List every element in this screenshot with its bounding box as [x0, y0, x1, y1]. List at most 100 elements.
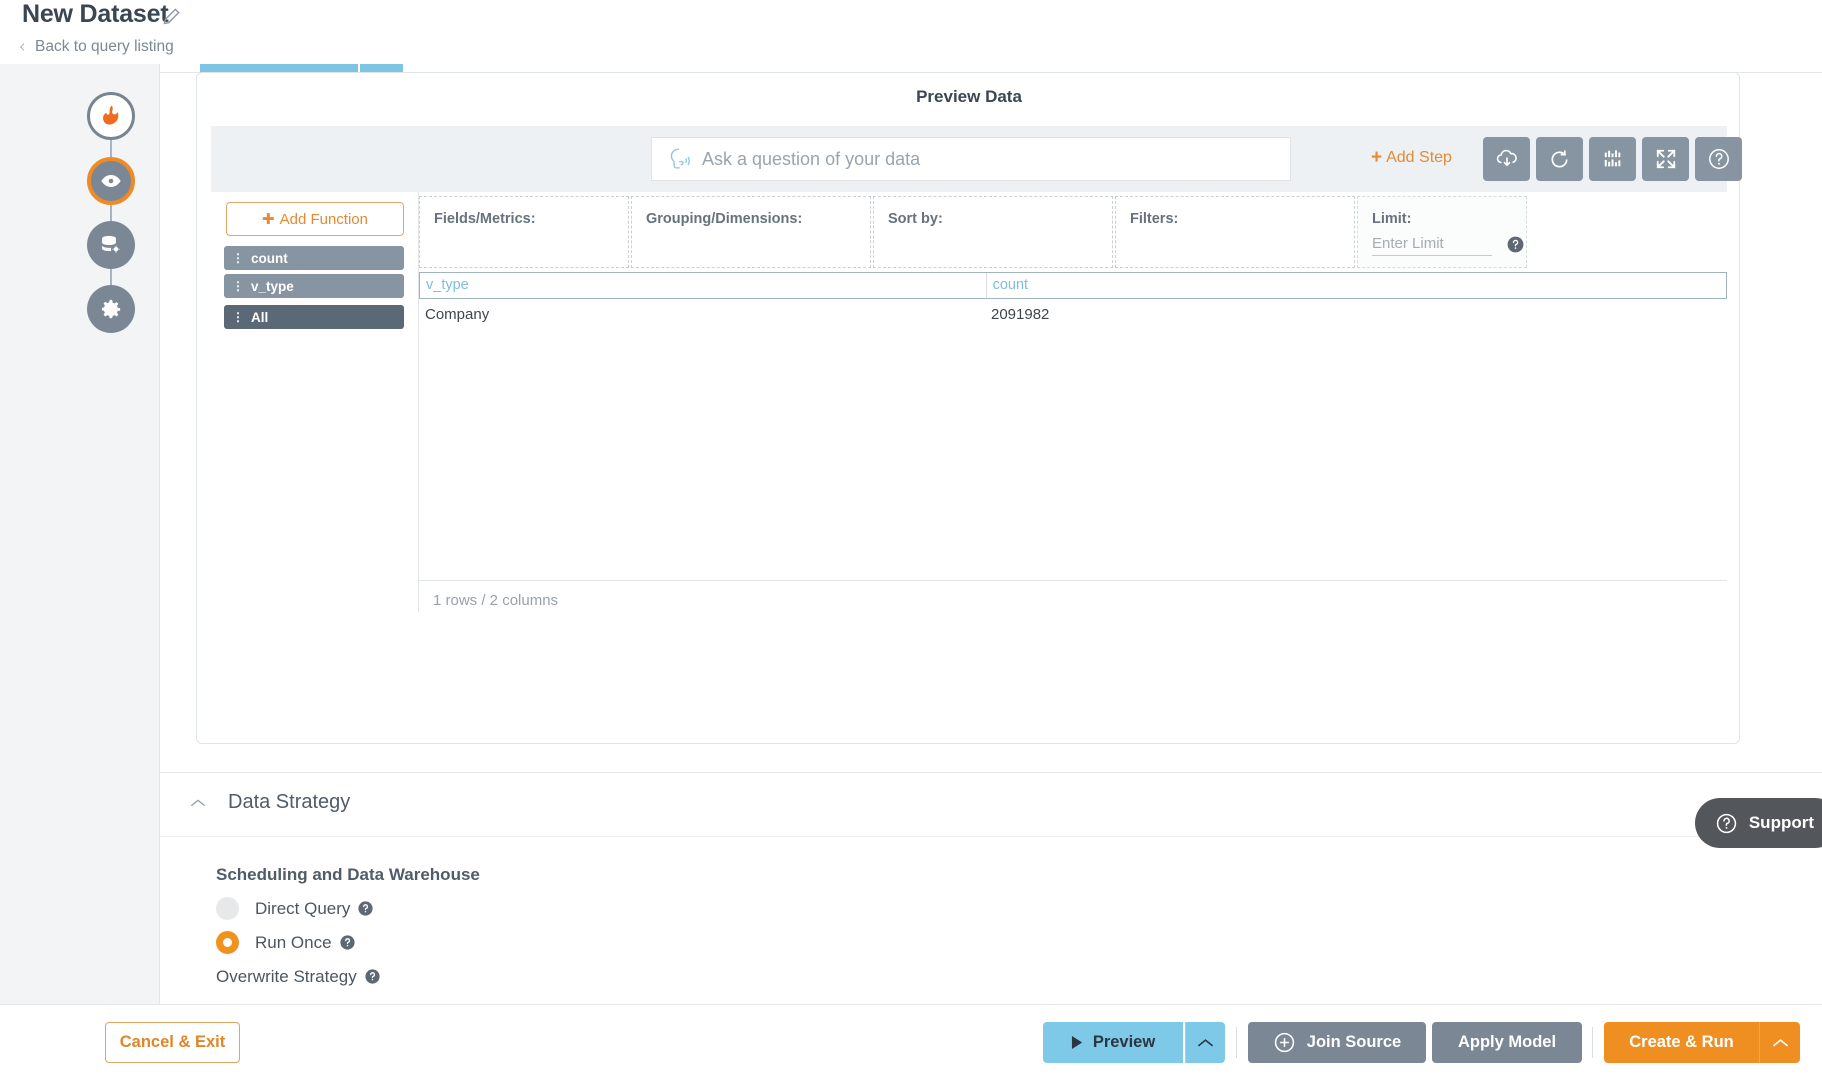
- database-gear-icon: [99, 233, 123, 257]
- support-label: Support: [1749, 813, 1814, 833]
- limit-label: Limit:: [1372, 211, 1411, 227]
- question-circle-icon[interactable]: [364, 968, 381, 985]
- create-run-button[interactable]: Create & Run: [1604, 1022, 1759, 1063]
- ask-question-input[interactable]: Ask a question of your data: [651, 137, 1291, 181]
- action-bar: Cancel & Exit Preview Join Source Apply …: [0, 1004, 1822, 1076]
- add-step-button[interactable]: + Add Step: [1371, 148, 1452, 167]
- table-cell-count: 2091982: [985, 299, 1726, 332]
- results-table: v_type count Company 2091982 1 rows / 2 …: [419, 272, 1727, 612]
- plus-icon: +: [1371, 148, 1382, 167]
- table-header-row: v_type count: [419, 272, 1727, 299]
- preview-data-title: Preview Data: [197, 87, 1741, 107]
- zone-label: Grouping/Dimensions:: [646, 211, 802, 227]
- function-panel: ✚ Add Function ⋮ count ⋮ v_type ⋮ All: [211, 192, 419, 612]
- query-builder-zones: Fields/Metrics: Grouping/Dimensions: Sor…: [419, 192, 1727, 272]
- reset-button[interactable]: [1536, 137, 1583, 181]
- flame-logo-icon: [98, 103, 124, 129]
- divider: [160, 836, 1822, 837]
- add-function-label: Add Function: [280, 211, 368, 228]
- download-button[interactable]: [1483, 137, 1530, 181]
- page-title: New Dataset: [22, 0, 168, 29]
- apply-model-button[interactable]: Apply Model: [1432, 1022, 1582, 1063]
- radio-label-text: Overwrite Strategy: [216, 967, 357, 987]
- function-chip-count[interactable]: ⋮ count: [224, 246, 404, 270]
- radio-indicator[interactable]: [216, 931, 239, 954]
- query-toolbar: Ask a question of your data + Add Step: [211, 126, 1727, 192]
- table-row-count-label: 1 rows / 2 columns: [433, 592, 558, 609]
- chart-button[interactable]: [1589, 137, 1636, 181]
- divider: [419, 580, 1727, 581]
- question-circle-icon: [1715, 812, 1738, 835]
- function-chip-label: v_type: [251, 279, 294, 294]
- help-button[interactable]: [1695, 137, 1742, 181]
- column-header-v-type[interactable]: v_type: [420, 273, 986, 298]
- app-logo[interactable]: [87, 92, 135, 140]
- join-source-button[interactable]: Join Source: [1248, 1022, 1426, 1063]
- preview-options-button[interactable]: [1185, 1022, 1225, 1063]
- radio-run-once[interactable]: Run Once: [216, 931, 356, 954]
- function-chip-label: count: [251, 251, 288, 266]
- table-cell-v-type: Company: [419, 299, 985, 332]
- zone-label: Sort by:: [888, 211, 943, 227]
- chevron-left-icon: [18, 40, 27, 54]
- sort-by-zone[interactable]: Sort by:: [873, 196, 1113, 268]
- question-circle-icon: [1707, 147, 1731, 171]
- data-strategy-title: Data Strategy: [228, 791, 350, 814]
- data-strategy-header[interactable]: Data Strategy: [190, 791, 350, 814]
- back-to-query-listing-link[interactable]: Back to query listing: [18, 38, 174, 56]
- chevron-up-icon[interactable]: [190, 797, 206, 809]
- sidebar-item-settings[interactable]: [87, 285, 135, 333]
- bar-chart-icon: [1602, 148, 1624, 170]
- table-row[interactable]: Company 2091982: [419, 299, 1727, 333]
- create-run-options-button[interactable]: [1759, 1022, 1800, 1063]
- limit-help-icon[interactable]: [1506, 235, 1525, 254]
- plus-circle-icon: [1273, 1031, 1296, 1054]
- grouping-dimensions-zone[interactable]: Grouping/Dimensions:: [631, 196, 871, 268]
- support-widget[interactable]: Support: [1695, 798, 1822, 848]
- radio-overwrite-strategy[interactable]: Overwrite Strategy: [216, 965, 381, 988]
- radio-indicator[interactable]: [216, 897, 239, 920]
- radio-label: Direct Query: [255, 899, 374, 919]
- play-icon: [1071, 1035, 1084, 1050]
- divider: [1236, 1027, 1237, 1058]
- workflow-rail: [0, 64, 160, 1004]
- question-circle-icon[interactable]: [339, 934, 356, 951]
- zone-label: Fields/Metrics:: [434, 211, 536, 227]
- sidebar-item-preview[interactable]: [87, 157, 135, 205]
- expand-button[interactable]: [1642, 137, 1689, 181]
- refresh-ccw-icon: [1548, 148, 1571, 171]
- preview-button[interactable]: Preview: [1043, 1022, 1183, 1063]
- question-circle-icon: [1506, 235, 1525, 254]
- function-chip-label: All: [251, 310, 268, 325]
- plus-icon: ✚: [262, 210, 275, 228]
- add-function-button[interactable]: ✚ Add Function: [226, 202, 404, 236]
- function-chip-all[interactable]: ⋮ All: [224, 305, 404, 329]
- radio-direct-query[interactable]: Direct Query: [216, 897, 374, 920]
- question-circle-icon[interactable]: [357, 900, 374, 917]
- drag-handle-icon[interactable]: ⋮: [232, 280, 244, 292]
- sidebar-item-data-source[interactable]: [87, 221, 135, 269]
- limit-zone: Limit: Enter Limit: [1357, 196, 1527, 268]
- radio-label-text: Direct Query: [255, 899, 350, 919]
- drag-handle-icon[interactable]: ⋮: [232, 311, 244, 323]
- pencil-icon[interactable]: [162, 6, 182, 26]
- eye-icon: [100, 170, 122, 192]
- fields-metrics-zone[interactable]: Fields/Metrics:: [419, 196, 629, 268]
- ask-question-placeholder: Ask a question of your data: [702, 149, 920, 170]
- drag-handle-icon[interactable]: ⋮: [232, 252, 244, 264]
- join-source-label: Join Source: [1307, 1033, 1401, 1052]
- column-header-count[interactable]: count: [986, 273, 1726, 298]
- radio-label-text: Run Once: [255, 933, 332, 953]
- data-strategy-section: Data Strategy Scheduling and Data Wareho…: [160, 772, 1822, 1004]
- scheduling-subtitle: Scheduling and Data Warehouse: [216, 865, 480, 885]
- filters-zone[interactable]: Filters:: [1115, 196, 1355, 268]
- zone-label: Filters:: [1130, 211, 1178, 227]
- radio-label: Run Once: [255, 933, 356, 953]
- voice-head-icon: [666, 147, 693, 172]
- cancel-exit-button[interactable]: Cancel & Exit: [105, 1022, 240, 1063]
- add-step-label: Add Step: [1386, 149, 1452, 167]
- cloud-download-icon: [1495, 147, 1519, 171]
- limit-input[interactable]: Enter Limit: [1372, 235, 1492, 256]
- function-chip-v-type[interactable]: ⋮ v_type: [224, 274, 404, 298]
- radio-label: Overwrite Strategy: [216, 967, 381, 987]
